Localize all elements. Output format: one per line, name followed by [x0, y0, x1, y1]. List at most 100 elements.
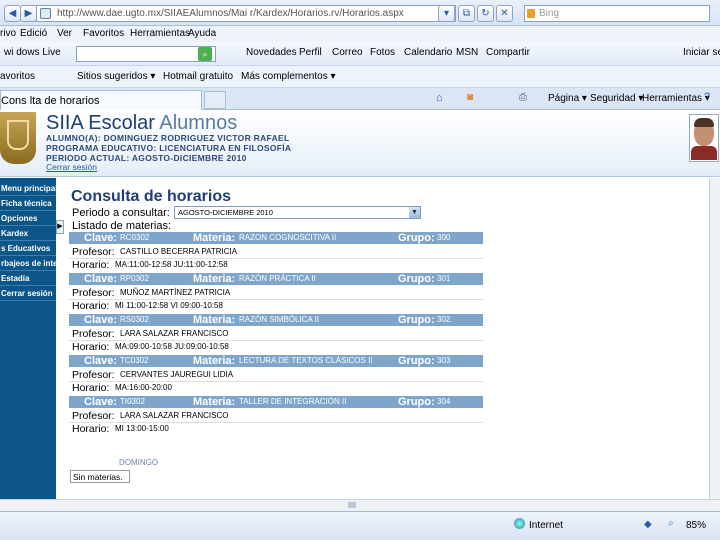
- fav-hotmail[interactable]: Hotmail gratuito: [163, 71, 233, 82]
- menu-view[interactable]: Ver: [57, 28, 72, 39]
- grupo-value: 300: [437, 233, 451, 242]
- menu-edit[interactable]: Edició: [20, 28, 47, 39]
- menu-bar: rivo Edició Ver Favoritos Herramientas A…: [0, 26, 720, 42]
- profesor-value: MUÑOZ MARTÍNEZ PATRICIA: [120, 288, 231, 297]
- grupo-value: 304: [437, 397, 451, 406]
- wl-search-icon[interactable]: ⌕: [198, 47, 212, 61]
- profesor-value: LARA SALAZAR FRANCISCO: [120, 329, 229, 338]
- fav-sitios-sugeridos[interactable]: Sitios sugeridos ▾: [77, 71, 155, 82]
- sidebar-toggle-icon[interactable]: ▶: [56, 220, 64, 234]
- sidebar-item-educativos[interactable]: s Educativos: [0, 241, 56, 256]
- tab-consulta-horarios[interactable]: Cons lta de horarios: [0, 90, 202, 110]
- vertical-scrollbar[interactable]: [709, 178, 720, 499]
- windows-live-label[interactable]: wi dows Live: [4, 47, 61, 58]
- zone-label: Internet: [529, 520, 563, 531]
- zoom-level[interactable]: 85%: [686, 520, 706, 531]
- sidebar-item-kardex[interactable]: Kardex: [0, 226, 56, 241]
- menu-tools[interactable]: Herramientas: [130, 28, 190, 39]
- sidebar-item-cerrar-sesion[interactable]: Cerrar sesión: [0, 286, 56, 301]
- course-header-row: Clave: RS0302 Materia: RAZÓN SIMBÓLICA II Gr…: [69, 314, 483, 326]
- period-select[interactable]: AGOSTO-DICIEMBRE 2010: [174, 206, 421, 219]
- page-menu[interactable]: Página ▾: [548, 93, 587, 104]
- logout-link[interactable]: Cerrar sesión: [46, 162, 97, 172]
- horario-value: MA:11:00-12:58 JU:11:00-12:58: [115, 260, 228, 269]
- fav-complementos[interactable]: Más complementos ▾: [241, 71, 336, 82]
- stop-icon[interactable]: ✕: [496, 5, 513, 22]
- wl-link-calendario[interactable]: Calendario: [404, 47, 452, 58]
- back-button[interactable]: ◀: [4, 5, 21, 22]
- rss-icon[interactable]: ◙: [467, 92, 473, 103]
- wl-link-correo[interactable]: Correo: [332, 47, 363, 58]
- help-icon[interactable]: ?: [704, 91, 710, 103]
- zoom-icon[interactable]: ⌕: [668, 518, 674, 529]
- period-label: Periodo a consultar:: [72, 207, 170, 219]
- globe-icon: [514, 518, 525, 529]
- horario-row: Horario: MA:09:00-10:58 JU:09:00-10:58: [69, 341, 483, 353]
- clave-label: Clave:: [84, 314, 118, 326]
- new-tab-button[interactable]: [204, 91, 226, 109]
- address-bar[interactable]: http://www.dae.ugto.mx/SIIAEAlumnos/Mai …: [36, 5, 456, 22]
- forward-button[interactable]: ▶: [20, 5, 37, 22]
- materia-label: Materia:: [193, 314, 236, 326]
- wl-signin[interactable]: Iniciar sesi: [683, 47, 720, 58]
- horario-value: MI 13:00-15:00: [115, 424, 169, 433]
- page-icon: [40, 8, 51, 19]
- chevron-down-icon[interactable]: ▼: [409, 207, 420, 218]
- sidebar-item-menu-principal[interactable]: Menu principal: [0, 181, 56, 196]
- horario-value: MA:16:00-20:00: [115, 383, 172, 392]
- wl-link-msn[interactable]: MSN: [456, 47, 478, 58]
- wl-link-compartir[interactable]: Compartir: [486, 47, 530, 58]
- tools-menu[interactable]: Herramientas ▾: [642, 93, 710, 104]
- sidebar-item-ficha-tecnica[interactable]: Ficha técnica: [0, 196, 56, 211]
- menu-favorites[interactable]: Favoritos: [83, 28, 124, 39]
- clave-label: Clave:: [84, 396, 118, 408]
- horizontal-scrollbar[interactable]: [0, 499, 720, 511]
- profesor-row: Profesor: CERVANTES JAUREGUI LIDIA: [69, 369, 483, 381]
- horizontal-scroll-thumb[interactable]: [348, 502, 356, 508]
- menu-file[interactable]: rivo: [0, 28, 16, 39]
- sidebar-item-interes[interactable]: rbajeos de interés: [0, 256, 56, 271]
- home-icon[interactable]: ⌂: [436, 92, 443, 104]
- grupo-label: Grupo:: [398, 232, 435, 244]
- search-input[interactable]: Bing: [524, 5, 710, 22]
- menu-help[interactable]: Ayuda: [188, 28, 216, 39]
- sidebar-item-estadia[interactable]: Estadía: [0, 271, 56, 286]
- bing-icon: [527, 9, 535, 18]
- course-header-row: Clave: TI0302 Materia: TALLER DE INTEGRACIÓ…: [69, 396, 483, 408]
- profesor-row: Profesor: LARA SALAZAR FRANCISCO: [69, 410, 483, 422]
- wl-link-perfil[interactable]: Perfil: [299, 47, 322, 58]
- horario-label: Horario:: [72, 423, 110, 435]
- materia-label: Materia:: [193, 232, 236, 244]
- student-name: ALUMNO(A): DOMINGUEZ RODRIGUEZ VICTOR RA…: [46, 133, 290, 143]
- materia-value: RAZÓN SIMBÓLICA II: [239, 315, 320, 324]
- horario-label: Horario:: [72, 259, 110, 271]
- grupo-label: Grupo:: [398, 273, 435, 285]
- status-bar: Internet 85%: [0, 511, 720, 540]
- safety-menu[interactable]: Seguridad ▾: [590, 93, 643, 104]
- horario-label: Horario:: [72, 300, 110, 312]
- wl-link-novedades[interactable]: Novedades: [246, 47, 297, 58]
- crest-detail: [7, 120, 29, 150]
- protected-mode-icon[interactable]: ◆: [644, 519, 652, 530]
- photo-hair: [694, 118, 714, 127]
- profesor-label: Profesor:: [72, 328, 115, 340]
- course-header-row: Clave: RC0302 Materia: RAZON COGNOSCITIVA I…: [69, 232, 483, 244]
- clave-value: TC0302: [120, 356, 149, 365]
- favorites-button[interactable]: avoritos: [0, 71, 35, 82]
- compatibility-icon[interactable]: ⧉: [458, 5, 475, 22]
- page-title: Consulta de horarios: [71, 188, 232, 205]
- profesor-value: LARA SALAZAR FRANCISCO: [120, 411, 229, 420]
- wl-link-fotos[interactable]: Fotos: [370, 47, 395, 58]
- clave-label: Clave:: [84, 232, 118, 244]
- refresh-icon[interactable]: ↻: [477, 5, 494, 22]
- site-brand: SIIA Escolar Alumnos: [46, 112, 237, 135]
- profesor-value: CASTILLO BECERRA PATRICIA: [120, 247, 238, 256]
- grupo-value: 301: [437, 274, 451, 283]
- grupo-value: 303: [437, 356, 451, 365]
- clave-label: Clave:: [84, 273, 118, 285]
- print-icon[interactable]: ⎙: [519, 92, 527, 103]
- wl-search-input[interactable]: [76, 46, 216, 62]
- dropdown-arrow-icon[interactable]: ▾: [438, 5, 455, 22]
- sidebar-item-opciones[interactable]: Opciones: [0, 211, 56, 226]
- materia-label: Materia:: [193, 355, 236, 367]
